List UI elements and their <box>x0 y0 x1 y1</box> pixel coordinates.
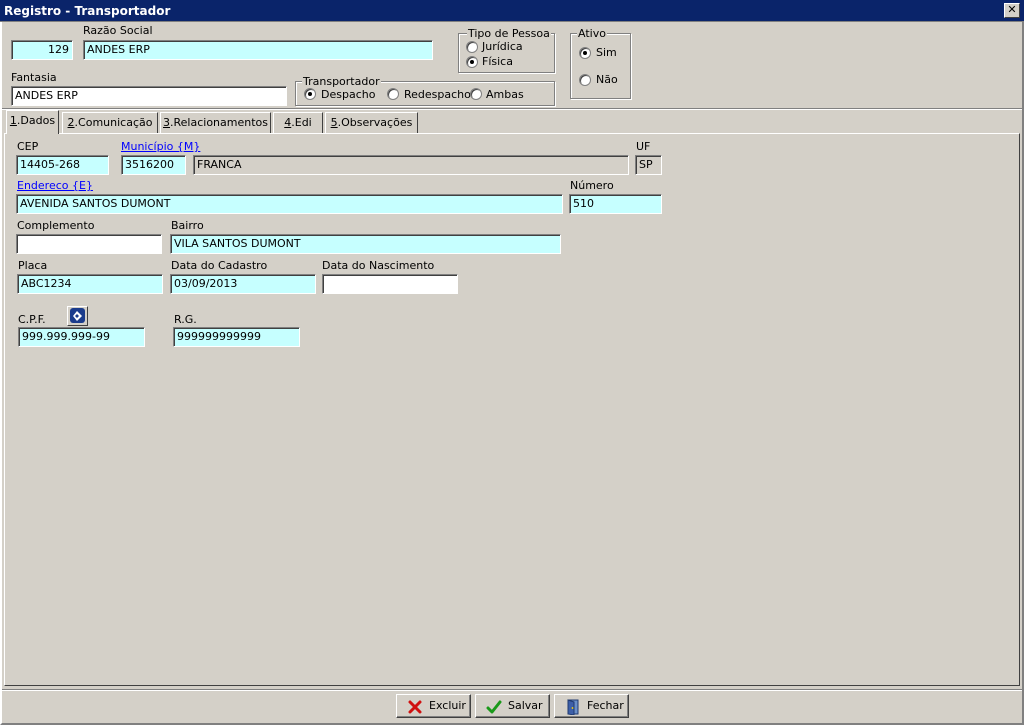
window-title: Registro - Transportador <box>4 4 171 18</box>
ativo-sim-label[interactable]: Sim <box>596 46 617 59</box>
juridica-radio[interactable] <box>466 41 478 53</box>
despacho-label[interactable]: Despacho <box>321 88 375 101</box>
tab-comunicacao[interactable]: 2.Comunicação <box>62 112 158 133</box>
razao-social-field[interactable]: ANDES ERP <box>83 40 433 60</box>
data-nascimento-label: Data do Nascimento <box>322 259 435 272</box>
ativo-legend: Ativo <box>577 27 607 40</box>
excluir-label: Excluir <box>429 699 466 712</box>
juridica-label[interactable]: Jurídica <box>482 40 523 53</box>
door-icon <box>567 699 579 715</box>
redespacho-label[interactable]: Redespacho <box>404 88 471 101</box>
complemento-field[interactable] <box>16 234 162 254</box>
municipio-link[interactable]: Município {M} <box>121 140 200 153</box>
code-field[interactable]: 129 <box>11 40 73 60</box>
footer-separator <box>2 689 1022 691</box>
ativo-group <box>570 33 631 99</box>
numero-label: Número <box>570 179 614 192</box>
municipio-code-field[interactable]: 3516200 <box>121 155 186 175</box>
data-nascimento-field[interactable] <box>322 274 458 294</box>
fantasia-label: Fantasia <box>11 71 57 84</box>
endereco-field[interactable]: AVENIDA SANTOS DUMONT <box>16 194 563 214</box>
ambas-radio[interactable] <box>470 88 482 100</box>
ambas-label[interactable]: Ambas <box>486 88 524 101</box>
tab-observacoes[interactable]: 5.Observações <box>325 112 418 133</box>
tab-panel-dados <box>4 133 1020 686</box>
salvar-button[interactable]: Salvar <box>475 694 550 718</box>
redespacho-radio[interactable] <box>387 88 399 100</box>
ativo-nao-radio[interactable] <box>579 74 591 86</box>
rg-label: R.G. <box>174 313 197 326</box>
fechar-button[interactable]: Fechar <box>554 694 629 718</box>
complemento-label: Complemento <box>17 219 95 232</box>
endereco-link[interactable]: Endereco {E} <box>17 179 93 192</box>
red-x-icon <box>408 700 422 714</box>
ativo-nao-label[interactable]: Não <box>596 73 618 86</box>
cpf-field[interactable]: 999.999.999-99 <box>18 327 145 347</box>
fisica-radio[interactable] <box>466 56 478 68</box>
tab-edi[interactable]: 4.Edi <box>273 112 323 133</box>
razao-social-label: Razão Social <box>83 24 153 37</box>
cep-label: CEP <box>17 140 39 153</box>
receita-federal-icon <box>70 308 85 323</box>
cpf-label: C.P.F. <box>18 313 46 326</box>
tab-dados[interactable]: 1.Dados <box>6 110 59 134</box>
tab-relacionamentos[interactable]: 3.Relacionamentos <box>160 112 271 133</box>
uf-label: UF <box>636 140 651 153</box>
municipio-name-field: FRANCA <box>193 155 629 175</box>
tipo-pessoa-legend: Tipo de Pessoa <box>467 27 551 40</box>
receita-federal-button[interactable] <box>67 306 88 326</box>
cep-field[interactable]: 14405-268 <box>16 155 109 175</box>
fisica-label[interactable]: Física <box>482 55 513 68</box>
uf-field: SP <box>635 155 662 175</box>
close-icon: ✕ <box>1007 3 1017 16</box>
rg-field[interactable]: 999999999999 <box>173 327 300 347</box>
green-check-icon <box>486 700 502 714</box>
placa-field[interactable]: ABC1234 <box>17 274 163 294</box>
bairro-label: Bairro <box>171 219 204 232</box>
despacho-radio[interactable] <box>304 88 316 100</box>
window-titlebar: Registro - Transportador <box>0 0 1024 22</box>
placa-label: Placa <box>18 259 48 272</box>
ativo-sim-radio[interactable] <box>579 47 591 59</box>
bairro-field[interactable]: VILA SANTOS DUMONT <box>170 234 561 254</box>
salvar-label: Salvar <box>508 699 543 712</box>
header-separator <box>2 108 1022 110</box>
data-cadastro-label: Data do Cadastro <box>171 259 268 272</box>
data-cadastro-field[interactable]: 03/09/2013 <box>170 274 316 294</box>
transportador-legend: Transportador <box>302 75 381 88</box>
close-window-button[interactable]: ✕ <box>1004 3 1020 18</box>
excluir-button[interactable]: Excluir <box>396 694 471 718</box>
fechar-label: Fechar <box>587 699 624 712</box>
numero-field[interactable]: 510 <box>569 194 662 214</box>
fantasia-field[interactable]: ANDES ERP <box>11 86 287 106</box>
